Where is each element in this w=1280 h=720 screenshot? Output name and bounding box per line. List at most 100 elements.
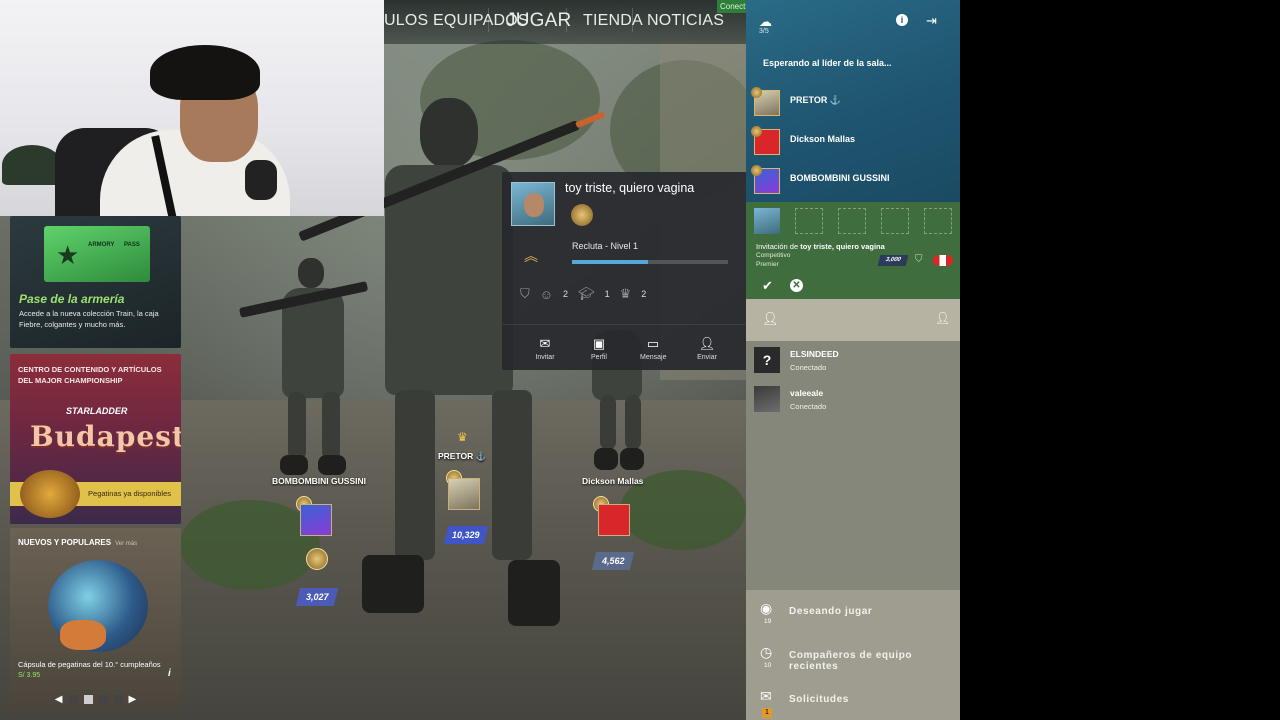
friend-name: ELSINDEED [790, 349, 839, 359]
party-member[interactable]: PRETOR ⚓ [751, 87, 954, 120]
nav-news[interactable]: NOTICIAS [647, 12, 724, 30]
invite-rank-badge: 3,000 [877, 255, 909, 266]
lobby-player-name[interactable]: Dickson Mallas [582, 476, 643, 486]
teacher-count: 1 [604, 289, 610, 299]
member-medal [751, 126, 762, 137]
capsule-price: S/ 3.95 [18, 672, 41, 679]
nav-separator [566, 8, 567, 32]
promo-pager: ◀ ▶ [10, 690, 181, 708]
requests-row[interactable]: ✉ 1 Solicitudes [746, 678, 960, 720]
armory-pass-card: ★ ARMORY PASS [44, 226, 150, 282]
requests-badge: 1 [762, 708, 772, 718]
lobby-player-name[interactable]: PRETOR ⚓ [438, 451, 486, 462]
lobby-player-name[interactable]: BOMBOMBINI GUSSINI [272, 476, 366, 486]
friend-search: 👤︎ 👤︎ [746, 299, 960, 341]
friend-item[interactable]: valeeale Conectado [754, 386, 954, 416]
leave-party-icon[interactable]: ⇥ [926, 13, 937, 29]
pager-dot[interactable] [68, 694, 78, 704]
armory-promo-desc: Accede a la nueva colección Train, la ca… [19, 309, 159, 329]
envelope-icon: ✉ [539, 336, 551, 351]
rank-chevron-icon: ︽ [524, 248, 538, 264]
country-flag-icon [933, 255, 953, 266]
chat-icon: ▭ [646, 336, 660, 351]
player-rank-badge: 3,027 [295, 588, 339, 606]
add-friend-icon[interactable]: 👤︎ [935, 311, 950, 325]
previous-arrow-icon[interactable]: ◀ [55, 694, 63, 705]
friend-status: Conectado [790, 363, 827, 372]
user-icon: 👤︎ [762, 311, 779, 326]
background-bush [180, 500, 320, 590]
inviter-avatar [754, 208, 780, 234]
teacher-icon: 🎓︎ [578, 286, 595, 301]
webcam-microphone [245, 160, 277, 200]
webcam-cap [2, 145, 62, 185]
send-button[interactable]: 👤︎ Enviar [694, 336, 720, 361]
nav-separator [488, 8, 489, 32]
player-rank-badge: 4,562 [591, 552, 635, 570]
player-avatar[interactable] [300, 504, 332, 536]
info-icon[interactable]: i [168, 668, 171, 679]
top-navigation: ULOS EQUIPADOS JUGAR TIENDA NOTICIAS [384, 0, 746, 44]
xp-progress-fill [572, 260, 649, 264]
party-member[interactable]: Dickson Mallas [751, 126, 954, 159]
invite-slots [754, 208, 952, 234]
commendation-stats: ⛉ ☺ 2 🎓︎ 1 ♛ 2 [520, 286, 646, 302]
new-popular-promo[interactable]: NUEVOS Y POPULARES Ver más Cápsula de peg… [10, 528, 181, 710]
popup-divider [502, 324, 756, 325]
xp-progress-bar [572, 260, 728, 264]
pager-dot[interactable] [98, 694, 108, 704]
member-name: Dickson Mallas [790, 134, 856, 144]
player-rank-badge: 10,329 [443, 526, 489, 544]
friendly-icon: ☺ [539, 286, 554, 302]
next-arrow-icon[interactable]: ▶ [129, 694, 137, 705]
history-icon: ◷ [760, 644, 773, 660]
invite-type: Premier [756, 261, 779, 268]
pager-dot[interactable] [113, 694, 123, 704]
party-count: ☁ 3/5 [759, 14, 772, 35]
message-button[interactable]: ▭ Mensaje [640, 336, 666, 361]
recent-teammates-row[interactable]: ◷ 10 Compañeros de equipo recientes [746, 634, 960, 678]
webcam-person-hair [150, 45, 260, 100]
invite-button[interactable]: ✉ Invitar [532, 336, 558, 361]
member-name: PRETOR ⚓ [790, 95, 842, 105]
accept-invite-icon[interactable]: ✔ [762, 278, 773, 294]
player-avatar[interactable] [598, 504, 630, 536]
social-panel: ☁ 3/5 i ⇥ Esperando al líder de la sala..… [746, 0, 960, 720]
budapest-logo: Budapest [30, 420, 181, 453]
rank-emblem-icon: ⛉ [915, 254, 923, 265]
friend-status: Conectado [790, 402, 827, 411]
popup-avatar [511, 182, 555, 226]
view-more-link[interactable]: Ver más [115, 541, 137, 547]
leader-count: 2 [641, 289, 647, 299]
party-member[interactable]: BOMBOMBINI GUSSINI [751, 165, 954, 198]
webcam-overlay [0, 0, 384, 216]
info-icon[interactable]: i [896, 14, 908, 26]
recent-count: 10 [764, 662, 772, 669]
member-medal [751, 87, 762, 98]
profile-button[interactable]: ▣ Perfil [586, 336, 612, 361]
friend-name: valeeale [790, 388, 824, 398]
major-promo[interactable]: CENTRO DE CONTENIDO Y ARTÍCULOS DEL MAJO… [10, 354, 181, 524]
nav-store[interactable]: TIENDA [583, 12, 643, 30]
wanting-to-play-row[interactable]: ◉ 19 Deseando jugar [746, 590, 960, 634]
popup-medal-icon [571, 204, 593, 226]
sticker-image [60, 620, 106, 650]
friend-item[interactable]: ? ELSINDEED Conectado [754, 347, 954, 377]
empty-slot [838, 208, 866, 234]
popup-level: Recluta - Nivel 1 [572, 241, 639, 251]
player-rank-emblem [306, 548, 328, 570]
decline-invite-icon[interactable]: ✕ [790, 279, 803, 292]
popup-actions: ✉ Invitar ▣ Perfil ▭ Mensaje 👤︎ Enviar [532, 336, 720, 361]
invite-mode: Competitivo [756, 252, 791, 259]
pager-dot-active[interactable] [83, 694, 93, 704]
player-avatar[interactable] [448, 478, 480, 510]
leader-icon: ♛ [619, 286, 632, 301]
friend-avatar: ? [754, 347, 780, 373]
friend-avatar [754, 386, 780, 412]
nav-play[interactable]: JUGAR [506, 10, 571, 32]
pass-tag: PASS [124, 242, 140, 248]
armory-pass-promo[interactable]: ★ ARMORY PASS Pase de la armería Accede … [10, 216, 181, 348]
friend-search-input[interactable] [784, 311, 924, 329]
social-categories: ◉ 19 Deseando jugar ◷ 10 Compañeros de e… [746, 590, 960, 720]
champions-medal-icon [20, 470, 80, 518]
